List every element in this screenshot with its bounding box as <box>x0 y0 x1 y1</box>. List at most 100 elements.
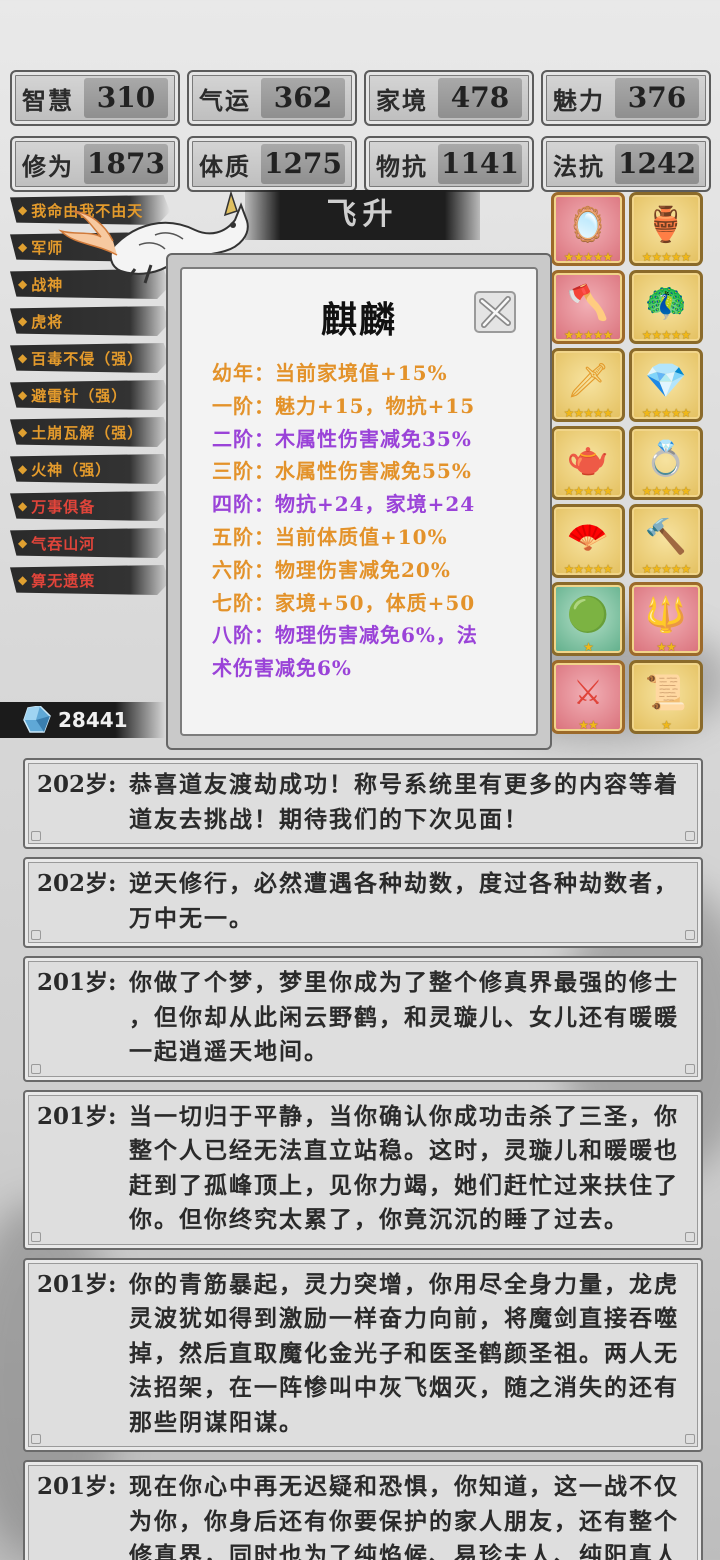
title-item[interactable]: ◆ 百毒不侵（强） <box>10 343 170 373</box>
star-rating: ★★★★★ <box>641 562 692 576</box>
log-text: 现在你心中再无迟疑和恐惧，你知道，这一战不仅 为你，你身后还有你要保护的家人朋友，… <box>129 1470 689 1560</box>
mace-icon: 🔨 <box>644 516 688 557</box>
stat-box: 物抗 1141 <box>364 136 534 192</box>
title-item[interactable]: ◆ 土崩瓦解（强） <box>10 417 170 447</box>
stat-value: 310 <box>84 78 168 118</box>
title-item[interactable]: ◆ 虎将 <box>10 306 170 336</box>
equipment-grid[interactable]: 🪞 ★★★★★ 🏺 ★★★★★ 🪓 ★★★★★ 🦚 ★★★★★ 🗡 ★★★★★ 💎 ★★★… <box>551 192 709 734</box>
equipment-slot[interactable]: 🟢 ★ <box>551 582 625 656</box>
log-line: 现在你心中再无迟疑和恐惧，你知道，这一战不仅 <box>129 1473 679 1500</box>
star-rating: ★★★★★ <box>641 484 692 498</box>
log-line: 灵波犹如得到激励一样奋力向前，将魔剑直接吞噬 <box>129 1305 679 1332</box>
equipment-slot[interactable]: 🦚 ★★★★★ <box>629 270 703 344</box>
equipment-slot[interactable]: 🪞 ★★★★★ <box>551 192 625 266</box>
title-label: 避雷针（强） <box>31 386 128 405</box>
title-label: 百毒不侵（强） <box>31 349 144 368</box>
stat-label: 魅力 <box>553 85 605 115</box>
event-log-entry: 202岁: 逆天修行，必然遭遇各种劫数，度过各种劫数者， 万中无一。 <box>23 857 703 948</box>
log-age: 202岁: <box>37 771 117 798</box>
equipment-slot[interactable]: 🔱 ★★ <box>629 582 703 656</box>
diamond-icon: ◆ <box>18 388 28 402</box>
title-label: 气吞山河 <box>31 534 96 553</box>
crystal-icon: 💎 <box>644 360 688 401</box>
event-log-list[interactable]: 202岁: 恭喜道友渡劫成功！称号系统里有更多的内容等着 道友去挑战！期待我们的下… <box>23 758 703 1560</box>
log-line: 掉，然后直取魔化金光子和医圣鹤颜圣祖。两人无 <box>129 1339 679 1367</box>
corner-ornament <box>685 1434 695 1444</box>
corner-ornament <box>31 1231 41 1242</box>
star-rating: ★★★★★ <box>563 250 614 264</box>
title-item[interactable]: ◆ 气吞山河 <box>10 528 170 558</box>
mirror-icon: 🪞 <box>566 204 610 245</box>
log-age: 201岁: <box>37 1473 117 1500</box>
log-line: 恭喜道友渡劫成功！称号系统里有更多的内容等着 <box>129 771 679 798</box>
stat-box: 气运 362 <box>187 70 357 126</box>
corner-ornament <box>31 930 41 940</box>
teapot-icon: 🫖 <box>566 438 610 479</box>
stat-value: 362 <box>261 78 345 118</box>
pet-detail-popup: 麒麟 幼年：当前家境值+15% 一阶：魅力+15，物抗+15 二阶：木属性伤害减免3… <box>166 253 552 750</box>
stat-label: 智慧 <box>22 85 74 115</box>
stat-box: 修为 1873 <box>10 136 180 192</box>
log-line: 你做了个梦，梦里你成为了整个修真界最强的修士 <box>129 969 679 996</box>
log-line: 一起逍遥天地间。 <box>129 1038 329 1065</box>
log-age: 201岁: <box>37 1270 117 1298</box>
blade-icon: ⚔ <box>572 672 604 713</box>
close-icon[interactable] <box>472 289 518 335</box>
stat-value: 1141 <box>438 144 522 184</box>
log-line: 那些阴谋阳谋。 <box>129 1408 304 1436</box>
stat-box: 魅力 376 <box>541 70 711 126</box>
spirit-stone-count: 28441 <box>58 708 128 732</box>
diamond-icon: ◆ <box>18 203 28 217</box>
cauldron-icon: 🏺 <box>644 204 688 245</box>
equipment-slot[interactable]: 💎 ★★★★★ <box>629 348 703 422</box>
equipment-slot[interactable]: 🫖 ★★★★★ <box>551 426 625 500</box>
log-line: 法招架，在一阵惨叫中灰飞烟灭，随之消失的还有 <box>129 1374 679 1401</box>
event-log-entry: 201岁: 当一切归于平静，当你确认你成功击杀了三圣，你 整个人已经无法直立站稳。… <box>23 1089 703 1250</box>
stage-bonus: 二阶：木属性伤害减免35% <box>212 426 472 451</box>
diamond-icon: ◆ <box>18 573 28 587</box>
equipment-slot[interactable]: 💍 ★★★★★ <box>629 426 703 500</box>
stat-label: 物抗 <box>376 151 428 181</box>
star-rating: ★★ <box>578 718 599 732</box>
log-line: 当一切归于平静，当你确认你成功击杀了三圣，你 <box>129 1102 679 1130</box>
stage-bonus: 六阶：物理伤害减免20% <box>212 557 451 582</box>
stage-bonus: 五阶：当前体质值+10% <box>212 524 448 549</box>
star-rating: ★★★★★ <box>563 406 614 420</box>
equipment-slot[interactable]: 🔨 ★★★★★ <box>629 504 703 578</box>
equipment-slot[interactable]: 🏺 ★★★★★ <box>629 192 703 266</box>
stat-label: 法抗 <box>553 151 605 181</box>
title-item[interactable]: ◆ 避雷针（强） <box>10 380 170 410</box>
stage-bonus: 三阶：水属性伤害减免55% <box>212 459 472 484</box>
title-item[interactable]: ◆ 算无遗策 <box>10 565 170 595</box>
equipment-slot[interactable]: 🪓 ★★★★★ <box>551 270 625 344</box>
equipment-slot[interactable]: 📜 ★ <box>629 660 703 734</box>
star-rating: ★ <box>583 640 594 654</box>
equipment-slot[interactable]: 🪭 ★★★★★ <box>551 504 625 578</box>
popup-body: 麒麟 幼年：当前家境值+15% 一阶：魅力+15，物抗+15 二阶：木属性伤害减免3… <box>180 267 538 736</box>
log-line: 你。但你终究太累了，你竟沉沉的睡了过去。 <box>129 1206 629 1233</box>
title-label: 万事俱备 <box>31 497 96 516</box>
corner-ornament <box>685 930 695 940</box>
equipment-slot[interactable]: 🗡 ★★★★★ <box>551 348 625 422</box>
log-line: 你的青筋暴起，灵力突增，你用尽全身力量，龙虎 <box>129 1270 679 1298</box>
title-item[interactable]: ◆ 火神（强） <box>10 454 170 484</box>
stat-value: 376 <box>615 78 699 118</box>
log-text: 你做了个梦，梦里你成为了整个修真界最强的修士 ，但你却从此闲云野鹤，和灵璇儿、女儿… <box>129 966 689 1070</box>
title-label: 算无遗策 <box>31 571 96 590</box>
crystal-gem-icon <box>23 706 51 733</box>
diamond-icon: ◆ <box>18 462 28 476</box>
log-age: 201岁: <box>37 969 117 996</box>
stat-box: 法抗 1242 <box>541 136 711 192</box>
spirit-stone-counter: 28441 <box>0 702 165 738</box>
stat-box: 智慧 310 <box>10 70 180 126</box>
diamond-icon: ◆ <box>18 314 28 328</box>
stat-value: 1242 <box>615 144 699 184</box>
spear-icon: 🔱 <box>644 594 688 635</box>
diamond-icon: ◆ <box>18 351 28 365</box>
star-rating: ★★★★★ <box>563 328 614 342</box>
equipment-slot[interactable]: ⚔ ★★ <box>551 660 625 734</box>
corner-ornament <box>31 1063 41 1074</box>
ascension-banner[interactable]: 飞升 <box>245 190 480 240</box>
corner-ornament <box>31 831 41 841</box>
title-item[interactable]: ◆ 万事俱备 <box>10 491 170 521</box>
